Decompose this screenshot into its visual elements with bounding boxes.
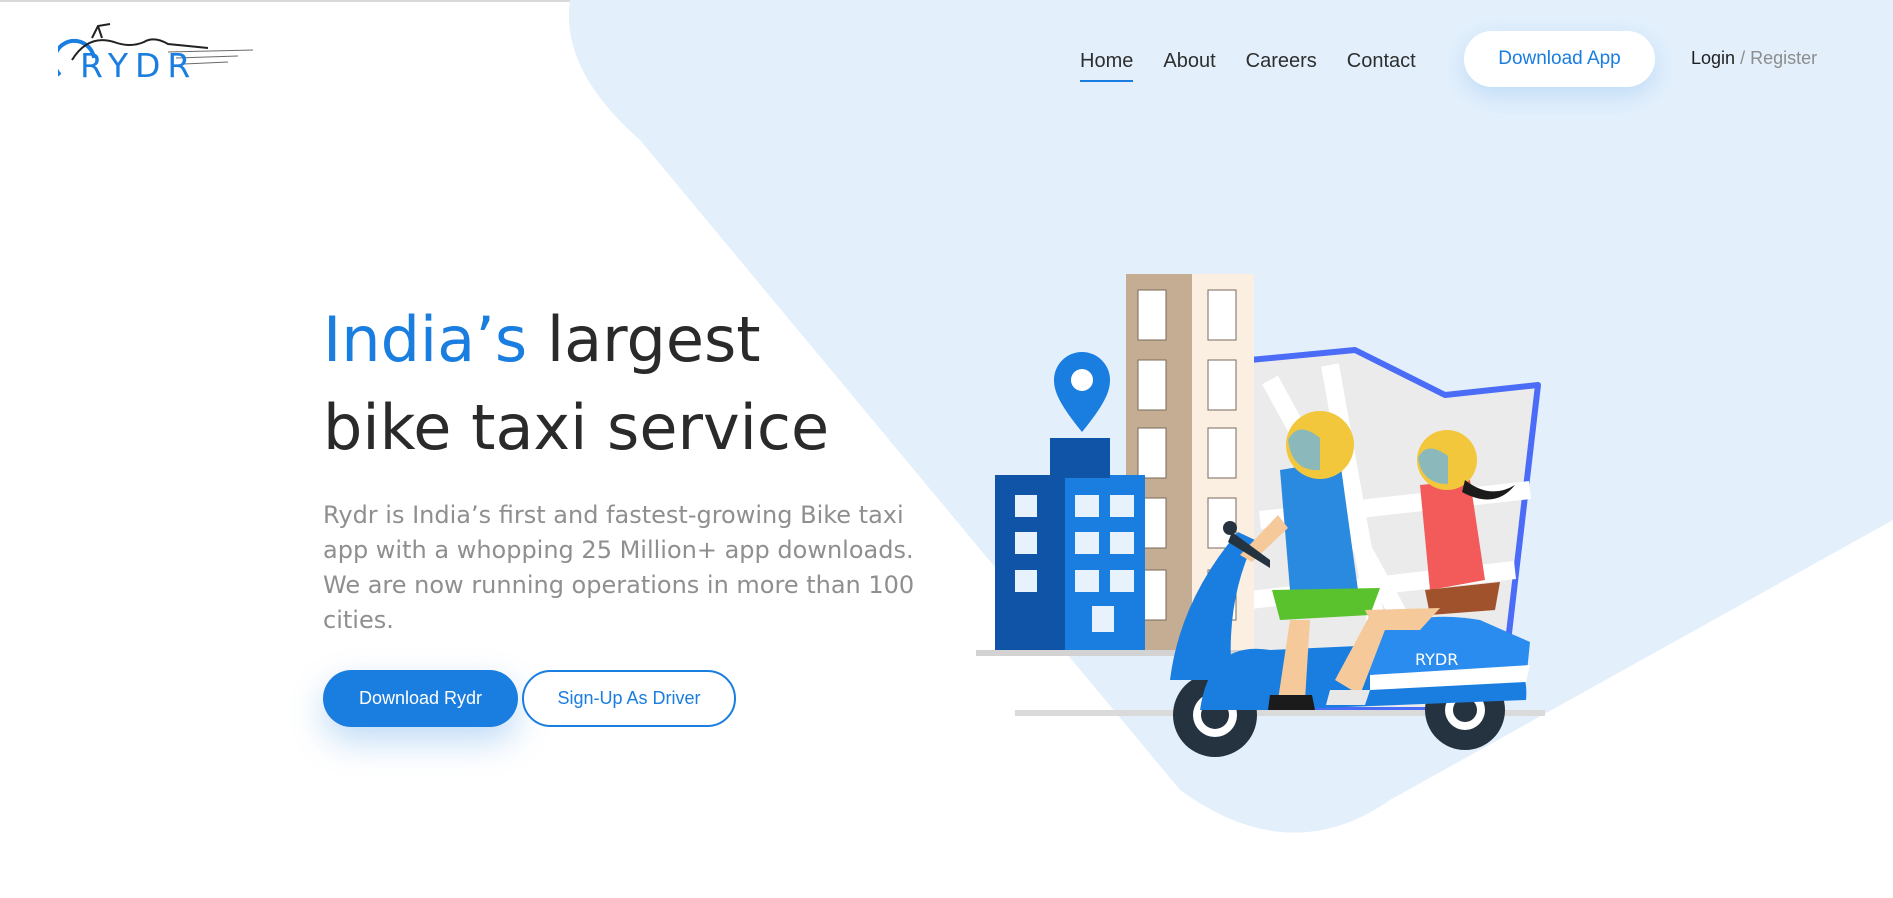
signup-driver-button[interactable]: Sign-Up As Driver (522, 670, 736, 727)
hero-title-accent: India’s (323, 303, 528, 376)
hero-title: India’s largest bike taxi service (323, 296, 829, 472)
hero-title-line2: bike taxi service (323, 391, 830, 464)
location-pin-icon (1054, 352, 1110, 432)
auth-links: Login / Register (1691, 48, 1817, 69)
scooter-logo-text: RYDR (1415, 650, 1458, 669)
register-link[interactable]: Register (1750, 48, 1817, 68)
logo-text: RYDR (80, 46, 198, 85)
logo[interactable]: RYDR (58, 20, 258, 100)
download-rydr-button[interactable]: Download Rydr (323, 670, 518, 727)
hero-title-rest: largest (546, 303, 761, 376)
login-link[interactable]: Login (1691, 48, 1735, 68)
nav-home[interactable]: Home (1080, 50, 1134, 82)
nav-careers[interactable]: Careers (1246, 50, 1317, 73)
auth-separator: / (1740, 48, 1746, 68)
hero-description: Rydr is India’s first and fastest-growin… (323, 501, 915, 634)
download-app-button[interactable]: Download App (1464, 31, 1655, 87)
nav-contact[interactable]: Contact (1347, 50, 1416, 73)
background-shape (568, 0, 1893, 833)
nav-about[interactable]: About (1163, 50, 1215, 73)
main-nav: Home About Careers Contact (1080, 46, 1446, 82)
hero-illustration: RYDR (976, 274, 1545, 757)
